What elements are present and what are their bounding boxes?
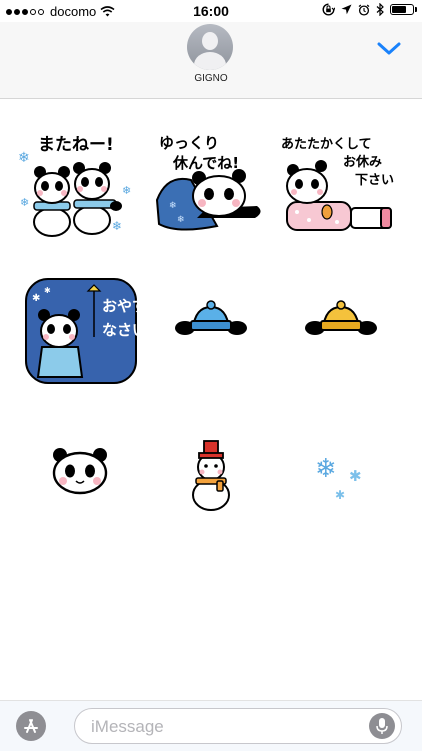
sticker-caption: 下さい [355,173,394,188]
panda-icon [286,160,392,231]
star-icon: ✱ [44,286,51,295]
sticker-blue-hat[interactable] [147,277,275,385]
panda-icon [33,166,71,237]
sticker-panda-face[interactable] [16,419,144,527]
sticker-caption: 休んでね! [172,154,239,172]
sticker-caption: あたたかくして [281,137,372,152]
yellow-beanie-icon [305,300,377,335]
sticker-caption: またねー! [38,135,114,155]
message-input[interactable] [89,715,353,739]
status-icons [322,3,417,16]
sticker-matane[interactable]: またねー! ❄ ❄ ❄ ❄ [16,130,144,238]
snowflake-icon: ❄ [122,185,131,197]
app-store-icon [24,719,38,733]
alarm-icon [358,4,370,16]
bluetooth-icon [376,3,384,16]
sticker-caption: お休み [343,154,382,170]
location-icon [341,4,352,15]
app-store-button[interactable] [16,711,46,741]
battery-level [392,6,407,13]
message-composer [0,700,422,751]
contact-name[interactable]: GIGNO [0,73,422,84]
battery-icon [390,4,417,15]
sticker-snowman[interactable] [147,419,275,527]
chevron-down-icon[interactable] [376,40,402,58]
sticker-caption: ゆっくり [159,134,219,152]
microphone-icon [376,718,388,734]
blue-beanie-icon [175,300,247,335]
sticker-caption: おやすみ [102,297,144,315]
contact-avatar[interactable] [187,24,233,70]
message-field[interactable] [74,708,402,744]
sticker-oyasumi[interactable]: ✱ ✱ おやすみ なさい [16,277,144,385]
snowflake-icon: ❄ [20,197,29,209]
snowflake-icon: ✱ [335,488,345,502]
microphone-button[interactable] [369,713,395,739]
star-icon: ✱ [32,293,40,304]
sticker-yellow-hat[interactable] [277,277,405,385]
sticker-snowflakes[interactable]: ❄ ✱ ✱ [277,419,405,527]
sticker-yukkuri[interactable]: ゆっくり 休んでね! ❄ ❄ [147,130,275,238]
sticker-caption: なさい [102,321,144,339]
panda-icon: ❄ ❄ [155,169,261,231]
panda-face-icon [52,448,108,495]
snowflake-icon: ❄ [18,149,30,165]
conversation-header: GIGNO [0,22,422,99]
svg-text:❄: ❄ [177,214,185,224]
rotation-lock-icon [322,3,335,16]
snowflake-icon: ❄ [112,219,122,233]
snowflake-icon: ❄ [315,453,337,483]
status-bar: docomo 16:00 [0,0,422,22]
sticker-atatakaku[interactable]: あたたかくして お休み 下さい [277,130,405,238]
snowman-icon [192,440,230,511]
snowflake-icon: ✱ [349,468,362,485]
svg-text:❄: ❄ [169,200,177,210]
